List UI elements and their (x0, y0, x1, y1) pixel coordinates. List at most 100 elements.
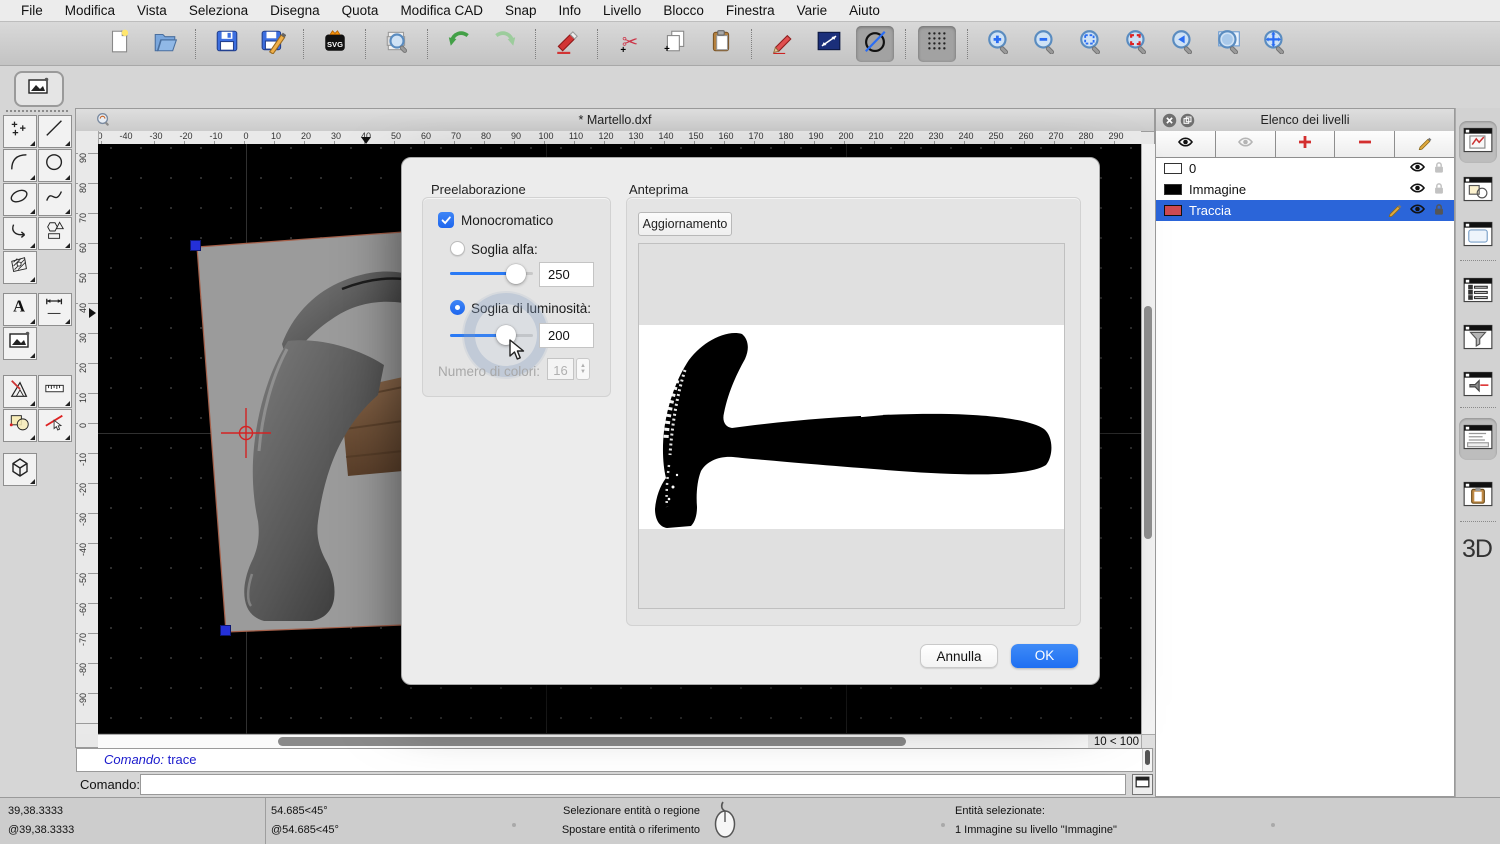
pan-button[interactable] (1256, 26, 1294, 62)
selection-handle-bottom[interactable] (220, 625, 231, 636)
lock-icon[interactable] (1432, 181, 1446, 199)
update-preview-button[interactable]: Aggiornamento (638, 212, 732, 236)
tool-spline[interactable] (38, 183, 72, 216)
alpha-value-field[interactable]: 250 (539, 262, 594, 287)
command-history[interactable]: Comando: trace (76, 748, 1153, 772)
alpha-threshold-radio[interactable] (450, 241, 465, 256)
command-history-scrollbar[interactable] (1142, 749, 1152, 771)
tool-ellipse[interactable] (3, 183, 37, 216)
monochrome-checkbox[interactable] (438, 212, 454, 228)
menu-aiuto[interactable]: Aiuto (838, 0, 891, 22)
eye-icon[interactable] (1409, 160, 1426, 177)
save-button[interactable] (208, 26, 246, 62)
laser-panel-toggle[interactable] (1459, 365, 1497, 407)
blocks-panel-toggle[interactable] (1459, 170, 1497, 212)
cancel-button[interactable]: Annulla (920, 644, 998, 668)
redo-button[interactable] (486, 26, 524, 62)
open-button[interactable] (146, 26, 184, 62)
menu-seleziona[interactable]: Seleziona (178, 0, 259, 22)
tool-dimension[interactable] (38, 293, 72, 326)
zoom-fit-button[interactable] (1072, 26, 1110, 62)
layer-row-immagine[interactable]: Immagine (1156, 179, 1454, 200)
add-layer-button[interactable] (1276, 131, 1336, 157)
print-preview-button[interactable] (378, 26, 416, 62)
layer-color-swatch[interactable] (1164, 184, 1182, 195)
menu-disegna[interactable]: Disegna (259, 0, 331, 22)
brightness-value-field[interactable]: 200 (539, 323, 594, 348)
tool-circle[interactable] (38, 149, 72, 182)
eye-icon[interactable] (1409, 202, 1426, 219)
eraser-button[interactable] (548, 26, 586, 62)
undo-button[interactable] (440, 26, 478, 62)
layer-row-0[interactable]: 0 (1156, 158, 1454, 179)
paste-button[interactable] (702, 26, 740, 62)
menu-blocco[interactable]: Blocco (652, 0, 715, 22)
vertical-scrollbar[interactable] (1141, 144, 1155, 734)
tool-polygons[interactable] (38, 217, 72, 250)
layer-row-traccia[interactable]: Traccia (1156, 200, 1454, 221)
3d-panel-toggle[interactable]: 3D (1462, 535, 1492, 564)
horizontal-scrollbar-thumb[interactable] (278, 737, 906, 746)
zoom-window-button[interactable] (1210, 26, 1248, 62)
grid-toggle-button[interactable] (918, 26, 956, 62)
filter-panel-toggle[interactable] (1459, 318, 1497, 360)
menu-modifica[interactable]: Modifica (54, 0, 126, 22)
tool-arc[interactable] (3, 149, 37, 182)
hide-all-layers-button[interactable] (1216, 131, 1276, 157)
layer-color-swatch[interactable] (1164, 163, 1182, 174)
new-document-button[interactable] (100, 26, 138, 62)
layer-color-swatch[interactable] (1164, 205, 1182, 216)
menu-finestra[interactable]: Finestra (715, 0, 786, 22)
edit-layer-button[interactable] (1395, 131, 1454, 157)
brightness-threshold-radio[interactable] (450, 300, 465, 315)
properties-panel-toggle[interactable] (1459, 215, 1497, 257)
layers-panel-title-bar[interactable]: Elenco dei livelli (1156, 109, 1454, 132)
menu-snap[interactable]: Snap (494, 0, 548, 22)
remove-layer-button[interactable] (1335, 131, 1395, 157)
tool-box3d[interactable] (3, 453, 37, 486)
command-window-button[interactable] (1132, 774, 1153, 795)
circle-tool-button[interactable] (856, 26, 894, 62)
tool-text[interactable]: A (3, 293, 37, 326)
menu-quota[interactable]: Quota (331, 0, 390, 22)
zoom-out-button[interactable] (1026, 26, 1064, 62)
clipboard-panel-toggle[interactable] (1459, 475, 1497, 517)
tool-points[interactable] (3, 115, 37, 148)
list-panel-toggle[interactable] (1459, 271, 1497, 313)
vertical-scrollbar-thumb[interactable] (1144, 306, 1152, 539)
menu-info[interactable]: Info (548, 0, 593, 22)
layers-panel-toggle[interactable] (1459, 121, 1497, 163)
lock-icon[interactable] (1432, 202, 1446, 220)
zoom-in-button[interactable] (980, 26, 1018, 62)
eye-icon[interactable] (1409, 181, 1426, 198)
ok-button[interactable]: OK (1011, 644, 1078, 668)
tool-trim[interactable] (38, 409, 72, 442)
svg-export-button[interactable]: SVG (316, 26, 354, 62)
menu-varie[interactable]: Varie (786, 0, 839, 22)
menu-modifica-cad[interactable]: Modifica CAD (389, 0, 494, 22)
collapse-icon[interactable] (1180, 113, 1195, 133)
menu-livello[interactable]: Livello (592, 0, 652, 22)
close-icon[interactable] (1162, 113, 1177, 133)
zoom-previous-button[interactable] (1164, 26, 1202, 62)
document-title-bar[interactable]: * Martello.dxf (76, 109, 1154, 132)
dimension-line-button[interactable] (810, 26, 848, 62)
alpha-slider-knob[interactable] (506, 264, 526, 284)
tool-shapes[interactable] (3, 409, 37, 442)
menu-vista[interactable]: Vista (126, 0, 178, 22)
tool-image[interactable] (3, 327, 37, 360)
tool-hook[interactable] (3, 217, 37, 250)
copy-button[interactable]: + (656, 26, 694, 62)
show-all-layers-button[interactable] (1156, 131, 1216, 157)
tool-drafting[interactable] (3, 375, 37, 408)
command-input[interactable] (140, 774, 1126, 795)
tool-ruler[interactable] (38, 375, 72, 408)
cut-button[interactable]: ✂+ (610, 26, 648, 62)
active-tool-image-button[interactable] (14, 71, 64, 107)
tool-line[interactable] (38, 115, 72, 148)
zoom-selection-button[interactable] (1118, 26, 1156, 62)
selection-handle-top[interactable] (190, 240, 201, 251)
lock-icon[interactable] (1432, 160, 1446, 178)
horizontal-scrollbar[interactable] (98, 734, 1088, 748)
save-as-button[interactable] (254, 26, 292, 62)
